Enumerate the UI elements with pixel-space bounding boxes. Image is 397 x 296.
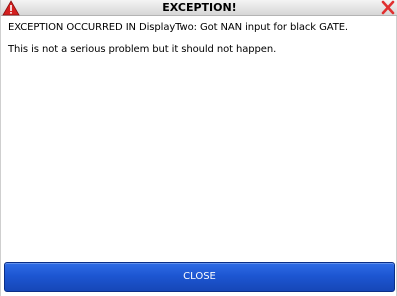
exception-note: This is not a serious problem but it sho… [8, 44, 277, 55]
dialog-title: EXCEPTION! [162, 1, 237, 14]
close-icon[interactable] [380, 0, 396, 15]
title-bar: EXCEPTION! [1, 0, 397, 16]
exception-message: EXCEPTION OCCURRED IN DisplayTwo: Got NA… [8, 22, 348, 33]
close-button[interactable]: CLOSE [4, 262, 395, 292]
exception-dialog: EXCEPTION! EXCEPTION OCCURRED IN Display… [0, 0, 397, 296]
message-area: EXCEPTION OCCURRED IN DisplayTwo: Got NA… [8, 22, 390, 56]
